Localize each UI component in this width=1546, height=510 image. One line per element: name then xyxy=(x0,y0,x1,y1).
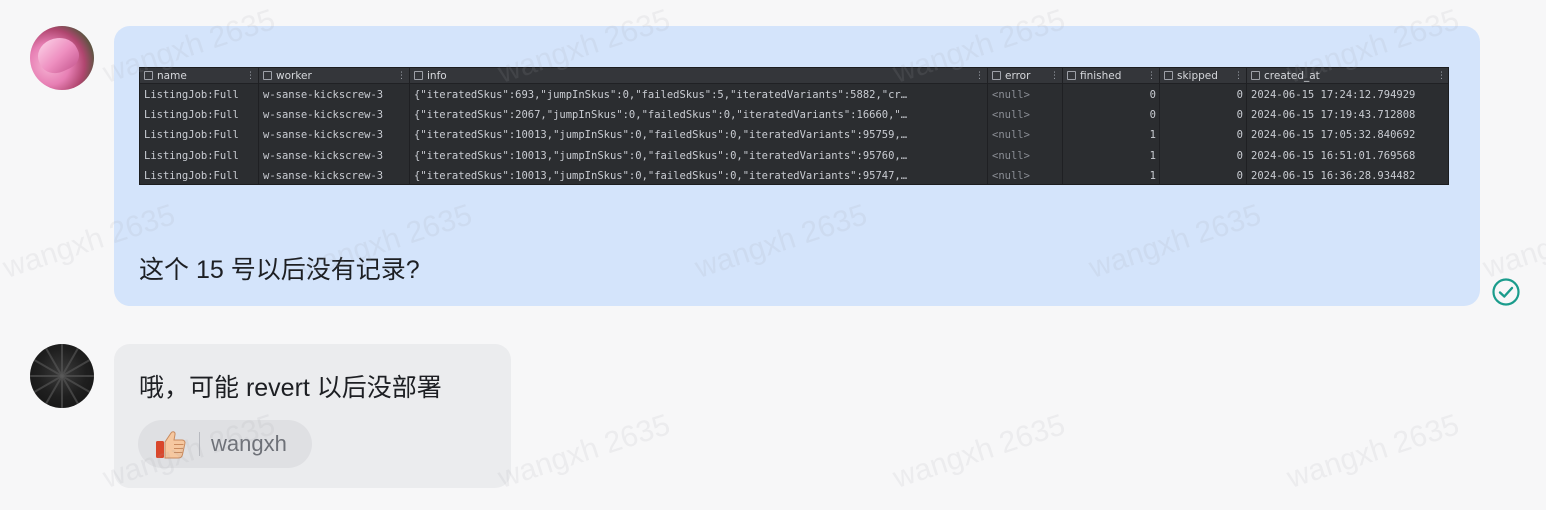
table-cell: 2024-06-15 17:05:32.840692 xyxy=(1251,129,1416,142)
table-cell: {"iteratedSkus":10013,"jumpInSkus":0,"fa… xyxy=(414,169,908,182)
table-cell: ListingJob:Full xyxy=(144,149,239,162)
table-cell: <null> xyxy=(992,109,1030,122)
table-cell: 1 xyxy=(1149,149,1156,162)
column-label: finished xyxy=(1080,70,1122,82)
sort-icon[interactable]: ⋮ xyxy=(246,68,255,84)
sort-icon[interactable]: ⋮ xyxy=(397,68,406,84)
watermark-text: wangxh 2635 xyxy=(1283,408,1464,495)
table-cell: <null> xyxy=(992,149,1030,162)
table-cell: w-sanse-kickscrew-3 xyxy=(263,109,384,122)
table-cell: <null> xyxy=(992,129,1030,142)
table-cell: w-sanse-kickscrew-3 xyxy=(263,149,384,162)
table-cell: 0 xyxy=(1236,129,1243,142)
column-label: created_at xyxy=(1264,70,1320,82)
user-avatar[interactable] xyxy=(30,26,94,90)
reaction-user: wangxh xyxy=(211,431,287,456)
message-bubble[interactable]: name ⋮ worker ⋮ info ⋮ error ⋮ finished ⋮ skipped ⋮… xyxy=(114,26,1480,306)
table-cell: <null> xyxy=(992,89,1030,101)
table-cell: ListingJob:Full xyxy=(144,129,239,142)
sort-icon[interactable]: ⋮ xyxy=(1050,68,1059,84)
message-text: 这个 15 号以后没有记录? xyxy=(139,256,420,284)
sort-icon[interactable]: ⋮ xyxy=(1234,68,1243,84)
thumbs-up-icon xyxy=(156,431,186,459)
column-label: worker xyxy=(276,70,312,82)
column-label: info xyxy=(427,70,447,82)
column-label: name xyxy=(157,70,187,82)
user-avatar[interactable] xyxy=(30,344,94,408)
sort-icon[interactable]: ⋮ xyxy=(1147,68,1156,84)
column-icon xyxy=(1164,71,1173,80)
column-icon xyxy=(144,71,153,80)
chat-view: name ⋮ worker ⋮ info ⋮ error ⋮ finished ⋮ skipped ⋮… xyxy=(0,0,1546,510)
read-check-icon xyxy=(1492,278,1520,306)
table-cell: 0 xyxy=(1236,149,1243,162)
column-icon xyxy=(263,71,272,80)
table-cell: w-sanse-kickscrew-3 xyxy=(263,89,384,101)
table-cell: ListingJob:Full xyxy=(144,89,239,101)
table-column-header[interactable]: info ⋮ xyxy=(410,68,988,84)
table-column-header[interactable]: finished ⋮ xyxy=(1063,68,1160,84)
table-column-header[interactable]: name ⋮ xyxy=(140,68,259,84)
table-cell: <null> xyxy=(992,169,1030,182)
column-icon xyxy=(992,71,1001,80)
sort-icon[interactable]: ⋮ xyxy=(1437,68,1446,84)
table-cell: {"iteratedSkus":10013,"jumpInSkus":0,"fa… xyxy=(414,149,908,162)
table-cell: ListingJob:Full xyxy=(144,169,239,182)
reaction-chip[interactable]: wangxh xyxy=(138,420,312,468)
table-column-header[interactable]: worker ⋮ xyxy=(259,68,410,84)
table-column-header[interactable]: created_at ⋮ xyxy=(1247,68,1450,84)
table-cell: {"iteratedSkus":10013,"jumpInSkus":0,"fa… xyxy=(414,129,908,142)
table-cell: 0 xyxy=(1236,169,1243,182)
table-cell: 1 xyxy=(1149,169,1156,182)
table-cell: 2024-06-15 16:36:28.934482 xyxy=(1251,169,1416,182)
watermark-text: wangxh 2635 xyxy=(1479,198,1546,285)
table-cell: {"iteratedSkus":2067,"jumpInSkus":0,"fai… xyxy=(414,109,908,122)
table-column-header[interactable]: error ⋮ xyxy=(988,68,1063,84)
message-text: 哦，可能 revert 以后没部署 xyxy=(139,374,442,402)
watermark-text: wangxh 2635 xyxy=(889,408,1070,495)
table-cell: 2024-06-15 17:24:12.794929 xyxy=(1251,89,1416,101)
table-column-header[interactable]: skipped ⋮ xyxy=(1160,68,1247,84)
screenshot-table-image[interactable]: name ⋮ worker ⋮ info ⋮ error ⋮ finished ⋮ skipped ⋮… xyxy=(139,67,1449,185)
column-label: skipped xyxy=(1177,70,1218,82)
column-icon xyxy=(1251,71,1260,80)
watermark-text: wangxh 2635 xyxy=(494,408,675,495)
table-cell: 0 xyxy=(1149,89,1156,101)
table-cell: 1 xyxy=(1149,129,1156,142)
table-cell: 2024-06-15 16:51:01.769568 xyxy=(1251,149,1416,162)
column-icon xyxy=(414,71,423,80)
reaction-separator xyxy=(199,432,200,456)
table-cell: ListingJob:Full xyxy=(144,109,239,122)
message-bubble[interactable]: 哦，可能 revert 以后没部署 wangxh xyxy=(114,344,511,488)
table-cell: 0 xyxy=(1149,109,1156,122)
table-cell: 0 xyxy=(1236,109,1243,122)
table-cell: {"iteratedSkus":693,"jumpInSkus":0,"fail… xyxy=(414,89,908,101)
column-icon xyxy=(1067,71,1076,80)
table-cell: w-sanse-kickscrew-3 xyxy=(263,129,384,142)
sort-icon[interactable]: ⋮ xyxy=(975,68,984,84)
table-cell: 2024-06-15 17:19:43.712808 xyxy=(1251,109,1416,122)
table-cell: w-sanse-kickscrew-3 xyxy=(263,169,384,182)
column-label: error xyxy=(1005,70,1031,82)
table-cell: 0 xyxy=(1236,89,1243,101)
